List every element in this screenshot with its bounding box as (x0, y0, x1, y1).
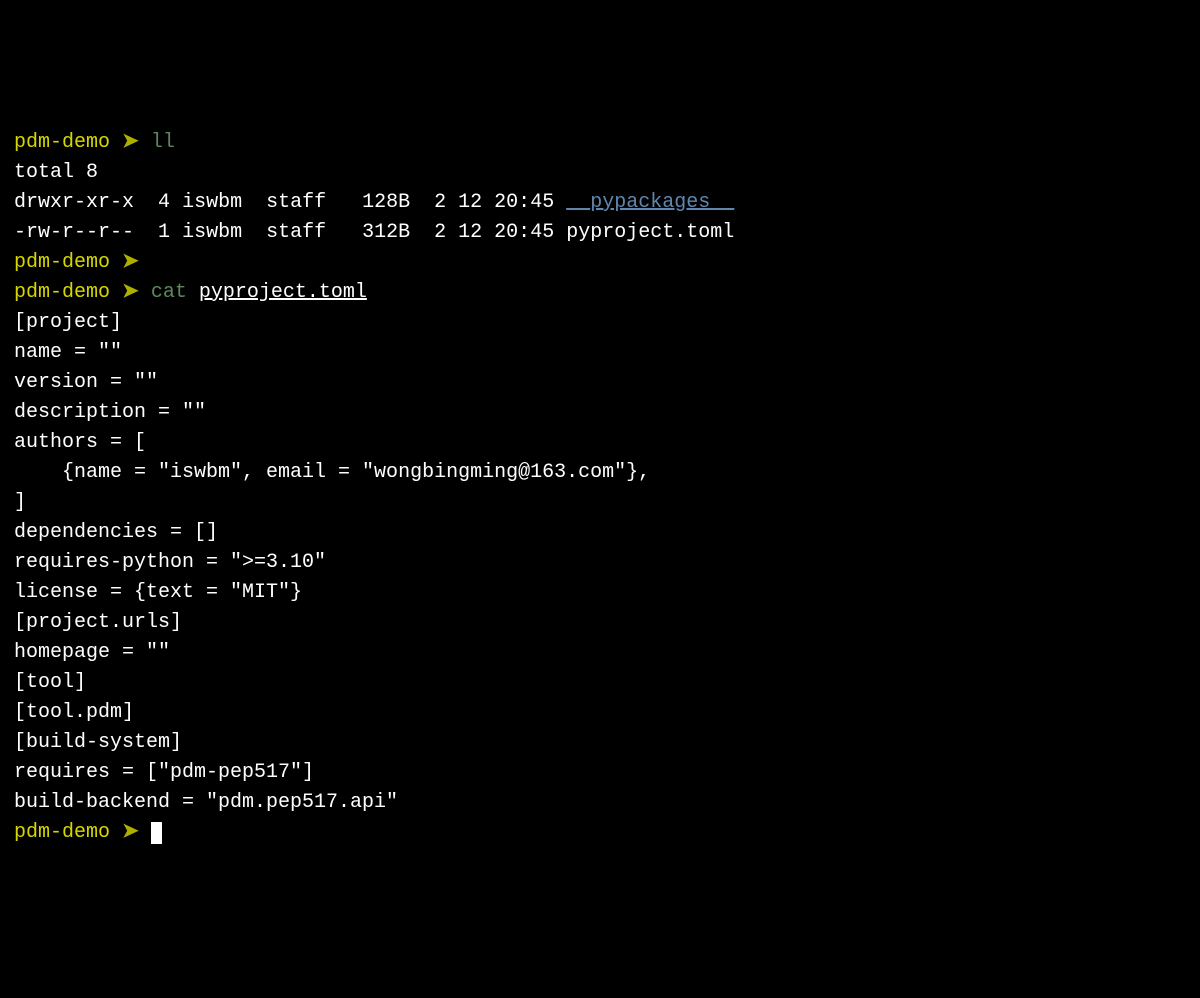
file-group: staff (266, 191, 326, 214)
prompt-line-2: pdm-demo ➤ cat pyproject.toml (14, 278, 1186, 308)
file-perms: -rw-r--r-- (14, 221, 134, 244)
file-line: homepage = "" (14, 638, 1186, 668)
prompt-arrow-icon: ➤ (122, 281, 139, 304)
prompt-line-3[interactable]: pdm-demo ➤ (14, 818, 1186, 848)
file-line: build-backend = "pdm.pep517.api" (14, 788, 1186, 818)
cursor-icon (151, 822, 162, 844)
file-owner: iswbm (182, 221, 242, 244)
file-line: [tool] (14, 668, 1186, 698)
directory-link: __pypackages__ (566, 191, 734, 214)
file-line: name = "" (14, 338, 1186, 368)
file-owner: iswbm (182, 191, 242, 214)
ll-row-2: -rw-r--r-- 1 iswbm staff 312B 2 12 20:45… (14, 218, 1186, 248)
command-ll: ll (151, 131, 175, 154)
file-size: 128B (362, 191, 410, 214)
prompt-arrow-icon: ➤ (122, 251, 139, 274)
file-line: description = "" (14, 398, 1186, 428)
prompt-dir: pdm-demo (14, 251, 110, 274)
file-line: requires-python = ">=3.10" (14, 548, 1186, 578)
file-line: ] (14, 488, 1186, 518)
file-line: [build-system] (14, 728, 1186, 758)
prompt-line-empty: pdm-demo ➤ (14, 248, 1186, 278)
ll-row-1: drwxr-xr-x 4 iswbm staff 128B 2 12 20:45… (14, 188, 1186, 218)
prompt-dir: pdm-demo (14, 821, 110, 844)
prompt-dir: pdm-demo (14, 131, 110, 154)
file-perms: drwxr-xr-x (14, 191, 134, 214)
file-line: dependencies = [] (14, 518, 1186, 548)
prompt-dir: pdm-demo (14, 281, 110, 304)
file-line: requires = ["pdm-pep517"] (14, 758, 1186, 788)
file-line: license = {text = "MIT"} (14, 578, 1186, 608)
file-date: 2 12 20:45 (434, 191, 554, 214)
command-cat: cat (151, 281, 187, 304)
file-name: pyproject.toml (566, 221, 734, 244)
prompt-line-1: pdm-demo ➤ ll (14, 128, 1186, 158)
file-line: version = "" (14, 368, 1186, 398)
command-arg: pyproject.toml (199, 281, 367, 304)
file-date: 2 12 20:45 (434, 221, 554, 244)
file-line: authors = [ (14, 428, 1186, 458)
ll-total: total 8 (14, 158, 1186, 188)
file-links: 4 (158, 191, 170, 214)
file-line: [tool.pdm] (14, 698, 1186, 728)
file-line: [project] (14, 308, 1186, 338)
prompt-arrow-icon: ➤ (122, 131, 139, 154)
file-links: 1 (158, 221, 170, 244)
file-group: staff (266, 221, 326, 244)
file-size: 312B (362, 221, 410, 244)
file-line: {name = "iswbm", email = "wongbingming@1… (14, 458, 1186, 488)
terminal[interactable]: pdm-demo ➤ lltotal 8drwxr-xr-x 4 iswbm s… (14, 128, 1186, 848)
prompt-arrow-icon: ➤ (122, 821, 139, 844)
file-line: [project.urls] (14, 608, 1186, 638)
